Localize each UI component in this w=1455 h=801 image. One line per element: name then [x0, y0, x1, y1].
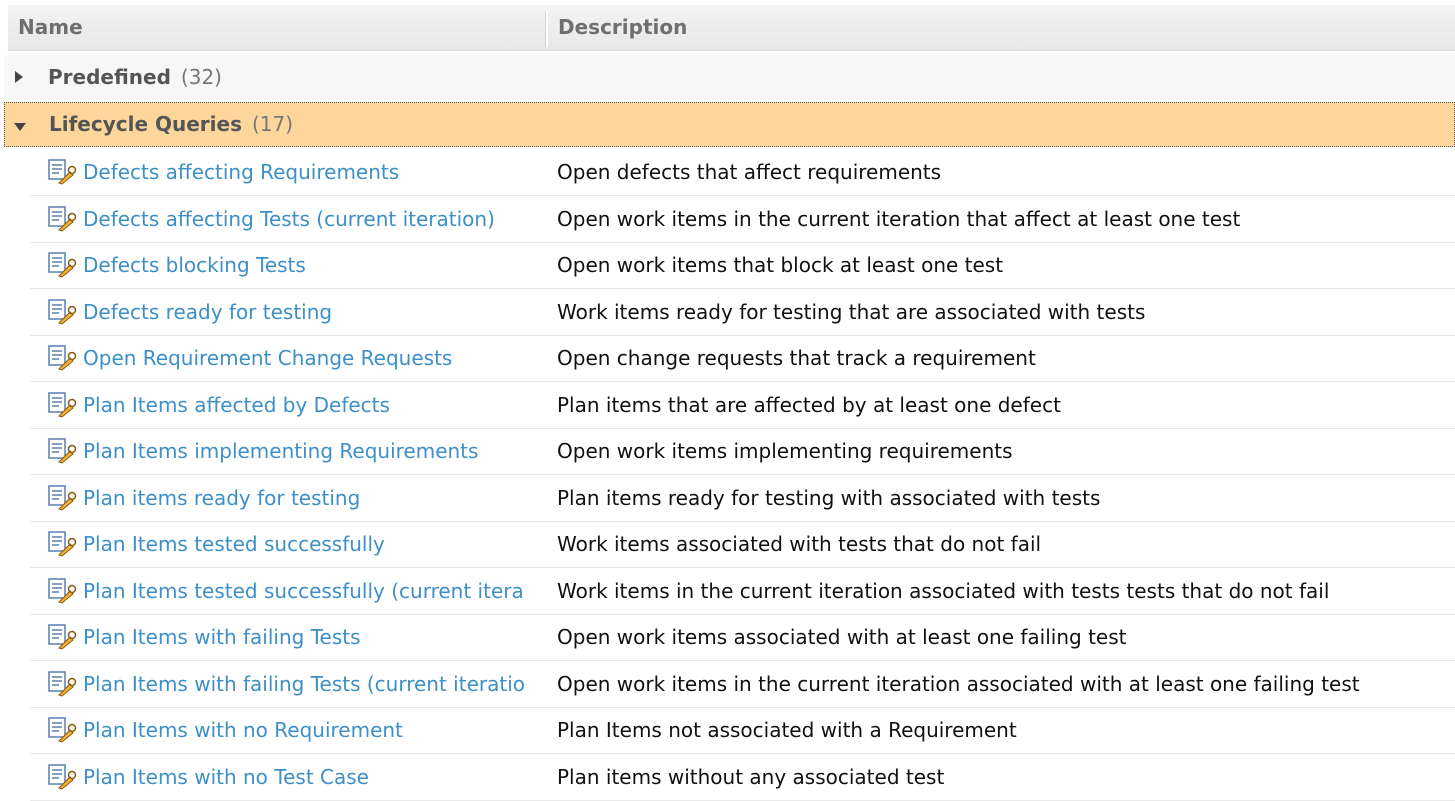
group-predefined[interactable]: Predefined (32) — [4, 55, 1455, 100]
query-name-link[interactable]: Defects ready for testing — [83, 289, 332, 335]
query-description: Open work items associated with at least… — [557, 625, 1127, 649]
query-description: Open work items implementing requirement… — [557, 439, 1013, 463]
name-cell: Plan items ready for testing — [30, 475, 544, 521]
query-description: Open work items that block at least one … — [557, 253, 1004, 277]
name-cell: Plan Items with failing Tests (current i… — [30, 661, 544, 707]
group-count: (32) — [180, 65, 222, 89]
name-cell: Defects blocking Tests — [30, 242, 544, 288]
table-row[interactable]: Defects affecting Tests (current iterati… — [30, 196, 1455, 243]
column-header-description[interactable]: Description — [558, 5, 687, 50]
query-name-link[interactable]: Plan items ready for testing — [83, 475, 360, 521]
query-icon — [48, 299, 77, 325]
table-row[interactable]: Plan Items with no Requirement Plan Item… — [30, 707, 1455, 754]
query-description: Plan items ready for testing with associ… — [557, 486, 1101, 510]
query-name-link[interactable]: Plan Items implementing Requirements — [83, 428, 478, 474]
query-description: Work items ready for testing that are as… — [557, 300, 1146, 324]
query-description: Open work items in the current iteration… — [557, 207, 1241, 231]
query-icon — [48, 206, 77, 232]
query-icon — [48, 717, 77, 743]
query-description: Plan items that are affected by at least… — [557, 393, 1061, 417]
table-header: Name Description — [8, 5, 1455, 51]
group-label: Predefined (32) — [48, 65, 222, 89]
query-icon — [48, 624, 77, 650]
query-icon — [48, 764, 77, 790]
query-name-link[interactable]: Defects affecting Requirements — [83, 149, 399, 195]
table-row[interactable]: Plan Items with no Test Case Plan items … — [30, 754, 1455, 801]
query-name-link[interactable]: Defects blocking Tests — [83, 242, 306, 288]
query-icon — [48, 345, 77, 371]
name-cell: Plan Items with failing Tests — [30, 614, 544, 660]
query-description: Open change requests that track a requir… — [557, 346, 1036, 370]
query-icon — [48, 159, 77, 185]
query-icon — [48, 485, 77, 511]
query-icon — [48, 531, 77, 557]
query-name-link[interactable]: Open Requirement Change Requests — [83, 335, 452, 381]
query-name-link[interactable]: Plan Items with no Test Case — [83, 754, 369, 800]
queries-table: Name Description Predefined (32) Lifecycl… — [0, 0, 1455, 801]
query-name-link[interactable]: Plan Items tested successfully (current … — [83, 568, 524, 614]
table-row[interactable]: Defects blocking Tests Open work items t… — [30, 242, 1455, 289]
table-row[interactable]: Plan Items tested successfully (current … — [30, 568, 1455, 615]
query-name-link[interactable]: Plan Items tested successfully — [83, 521, 385, 567]
name-cell: Plan Items with no Requirement — [30, 707, 544, 753]
query-description: Open work items in the current iteration… — [557, 672, 1360, 696]
column-header-name[interactable]: Name — [18, 5, 543, 50]
query-name-link[interactable]: Defects affecting Tests (current iterati… — [83, 196, 495, 242]
table-row[interactable]: Plan Items with failing Tests Open work … — [30, 614, 1455, 661]
query-name-link[interactable]: Plan Items with failing Tests (current i… — [83, 661, 525, 707]
table-row[interactable]: Plan Items implementing Requirements Ope… — [30, 428, 1455, 475]
name-cell: Plan Items implementing Requirements — [30, 428, 544, 474]
query-description: Plan items without any associated test — [557, 765, 945, 789]
query-icon — [48, 252, 77, 278]
triangle-right-icon[interactable] — [12, 55, 26, 100]
group-count: (17) — [252, 112, 294, 136]
table-row[interactable]: Plan items ready for testing Plan items … — [30, 475, 1455, 522]
query-name-link[interactable]: Plan Items with no Requirement — [83, 707, 403, 753]
query-icon — [48, 671, 77, 697]
query-description: Work items in the current iteration asso… — [557, 579, 1330, 603]
name-cell: Defects ready for testing — [30, 289, 544, 335]
name-cell: Plan Items with no Test Case — [30, 754, 544, 800]
column-resize-handle[interactable] — [545, 11, 548, 47]
group-lifecycle-queries[interactable]: Lifecycle Queries (17) — [4, 102, 1455, 147]
table-row[interactable]: Defects affecting Requirements Open defe… — [30, 149, 1455, 196]
name-cell: Defects affecting Requirements — [30, 149, 544, 195]
name-cell: Plan Items tested successfully — [30, 521, 544, 567]
group-label: Lifecycle Queries (17) — [49, 112, 294, 136]
query-description: Open defects that affect requirements — [557, 160, 942, 184]
query-description: Work items associated with tests that do… — [557, 532, 1042, 556]
table-row[interactable]: Defects ready for testing Work items rea… — [30, 289, 1455, 336]
query-name-link[interactable]: Plan Items with failing Tests — [83, 614, 361, 660]
triangle-down-icon[interactable] — [13, 103, 27, 148]
table-row[interactable]: Plan Items with failing Tests (current i… — [30, 661, 1455, 708]
name-cell: Plan Items tested successfully (current … — [30, 568, 544, 614]
query-icon — [48, 392, 77, 418]
table-row[interactable]: Plan Items affected by Defects Plan item… — [30, 382, 1455, 429]
table-row[interactable]: Plan Items tested successfully Work item… — [30, 521, 1455, 568]
name-cell: Defects affecting Tests (current iterati… — [30, 196, 544, 242]
name-cell: Plan Items affected by Defects — [30, 382, 544, 428]
query-name-link[interactable]: Plan Items affected by Defects — [83, 382, 390, 428]
query-icon — [48, 438, 77, 464]
table-row[interactable]: Open Requirement Change Requests Open ch… — [30, 335, 1455, 382]
query-description: Plan Items not associated with a Require… — [557, 718, 1017, 742]
query-icon — [48, 578, 77, 604]
name-cell: Open Requirement Change Requests — [30, 335, 544, 381]
